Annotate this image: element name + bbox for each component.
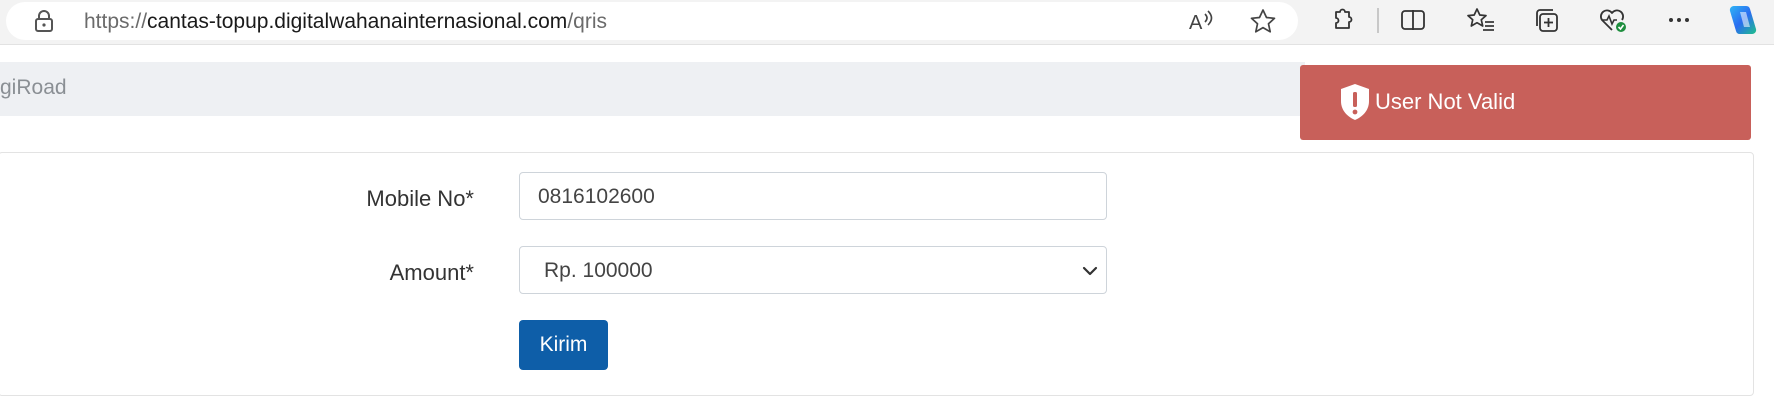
read-aloud-icon[interactable]: A xyxy=(1188,8,1216,39)
svg-text:A: A xyxy=(1189,12,1203,34)
toolbar-divider xyxy=(1377,8,1379,33)
url-path: /qris xyxy=(567,10,607,33)
amount-select[interactable]: Rp. 100000 xyxy=(519,246,1107,294)
url-scheme: https:// xyxy=(84,10,148,33)
browser-essentials-icon[interactable] xyxy=(1598,6,1628,39)
mobile-label: Mobile No* xyxy=(366,186,474,211)
toast-message: User Not Valid xyxy=(1375,89,1516,114)
mobile-input-value: 0816102600 xyxy=(538,185,655,208)
more-icon[interactable] xyxy=(1664,6,1694,39)
amount-label: Amount* xyxy=(389,260,474,285)
split-screen-icon[interactable] xyxy=(1399,6,1427,39)
favorites-icon[interactable] xyxy=(1466,6,1496,39)
error-toast[interactable]: User Not Valid xyxy=(1300,65,1751,140)
extensions-icon[interactable] xyxy=(1328,6,1356,39)
shield-alert-icon xyxy=(1338,82,1372,127)
url-host: cantas-topup.digitalwahanainternasional.… xyxy=(147,10,568,33)
collections-icon[interactable] xyxy=(1532,6,1562,39)
copilot-icon[interactable] xyxy=(1725,3,1761,42)
chevron-down-icon xyxy=(1080,261,1100,287)
amount-select-value: Rp. 100000 xyxy=(544,259,653,282)
mobile-input[interactable]: 0816102600 xyxy=(519,172,1107,220)
address-bar[interactable]: https://cantas-topup.digitalwahanaintern… xyxy=(6,2,1298,40)
submit-button[interactable]: Kirim xyxy=(519,320,608,370)
browser-toolbar: https://cantas-topup.digitalwahanaintern… xyxy=(0,0,1774,45)
navbar-brand[interactable]: giRoad xyxy=(0,76,67,100)
navbar: giRoad xyxy=(0,62,1305,116)
favorite-star-icon[interactable] xyxy=(1249,8,1277,39)
lock-icon[interactable] xyxy=(34,9,54,38)
url-text[interactable]: https://cantas-topup.digitalwahanaintern… xyxy=(84,10,607,34)
